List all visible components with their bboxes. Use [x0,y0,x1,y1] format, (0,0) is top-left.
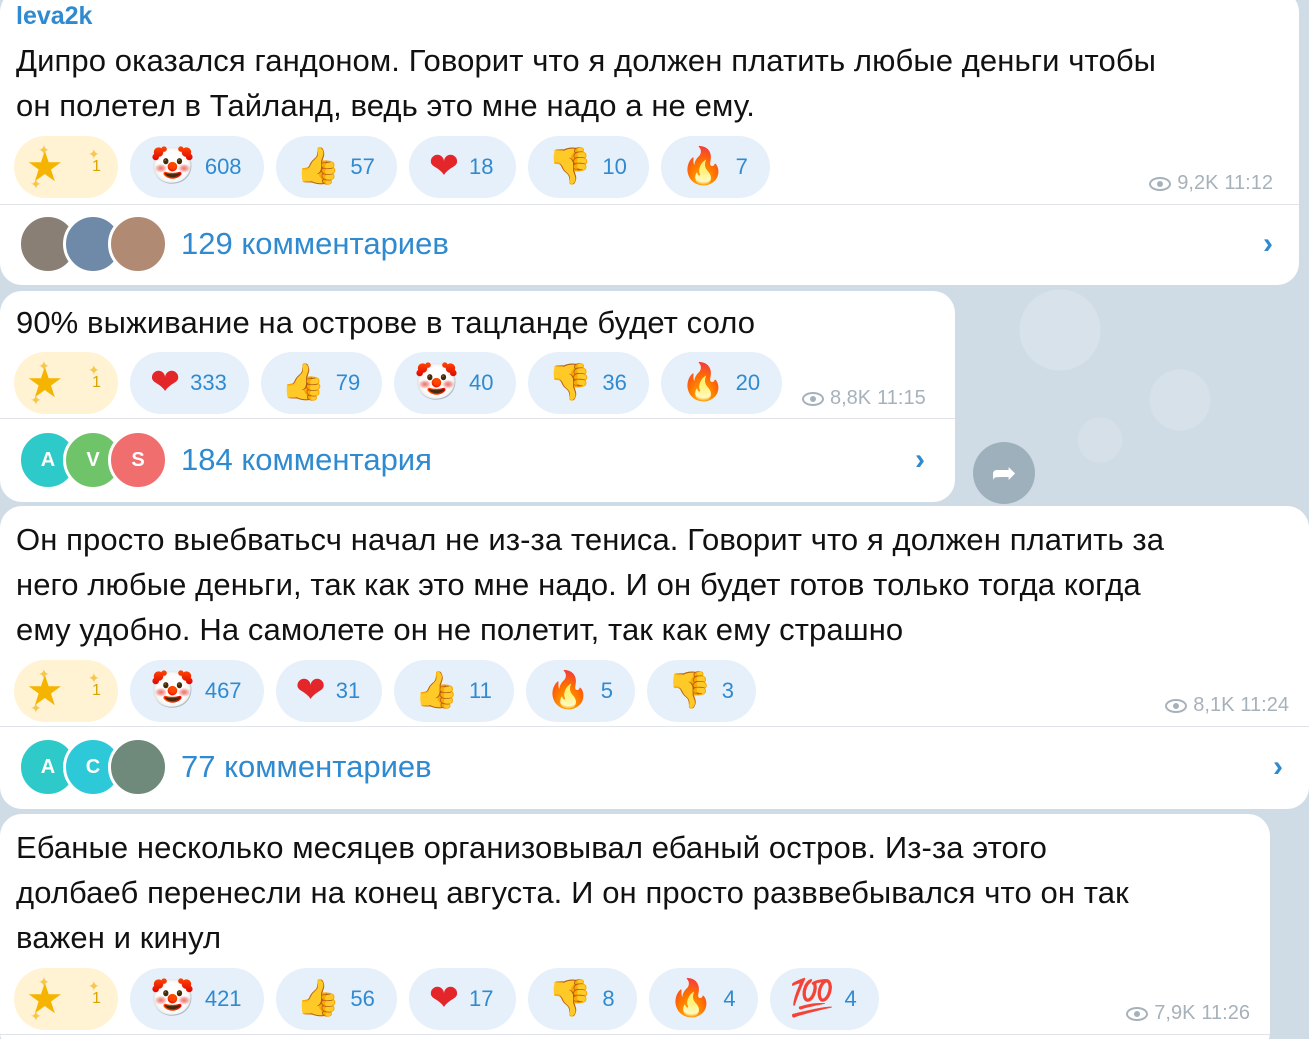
reaction-chip[interactable]: 👎 36 [527,352,649,414]
message-bubble[interactable]: 90% выживание на острове в тацланде буде… [0,291,955,502]
reaction-chip[interactable]: 🔥 5 [525,660,635,722]
message-time: 11:26 [1201,1002,1250,1024]
heart-icon: ❤ [428,978,460,1019]
fire-icon: 🔥 [680,362,726,403]
share-button[interactable]: ➦ [973,442,1035,504]
view-count: 8,1K [1193,694,1235,716]
eye-icon [1149,176,1172,191]
comments-link[interactable]: A V S 184 комментария › [0,420,955,500]
clown-icon: 🤡 [150,978,195,1019]
reaction-chip[interactable]: 👍 56 [275,968,397,1030]
reaction-chip[interactable]: 🤡 467 [130,660,264,722]
fire-icon: 🔥 [545,670,591,711]
message-time: 11:15 [877,387,926,409]
message-bubble[interactable]: Ебаные несколько месяцев организовывал е… [0,814,1270,1039]
fire-icon: 🔥 [680,146,726,187]
divider [0,1034,1270,1035]
comments-count: 77 комментариев [181,749,432,784]
reactions-row: ✦ ✦ ✦ ★ 1 ❤ 333 👍 79 🤡 40 👎 36 🔥 20 [14,352,783,414]
comments-count: 129 комментариев [181,226,449,261]
reaction-chip[interactable]: 👍 79 [260,352,383,414]
thumbs-up-icon: 👍 [414,670,460,711]
heart-icon: ❤ [295,670,326,711]
reaction-chip[interactable]: ❤ 18 [408,136,516,198]
reaction-chip[interactable]: ❤ 333 [130,352,249,414]
view-count: 7,9K [1154,1002,1196,1024]
view-count: 9,2K [1177,172,1219,194]
reactions-row: ✦ ✦ ✦ ★ 1 🤡 467 ❤ 31 👍 11 🔥 5 👎 3 [14,660,757,722]
thumbs-up-icon: 👍 [280,362,326,403]
divider [0,418,955,419]
paid-star-reaction[interactable]: ✦ ✦ ✦ ★ 1 [14,968,118,1030]
reaction-chip[interactable]: ❤ 31 [275,660,383,722]
heart-icon: ❤ [150,362,181,403]
reaction-chip[interactable]: 🤡 40 [394,352,516,414]
paid-star-reaction[interactable]: ✦ ✦ ✦ ★ 1 [14,136,118,198]
message-bubble[interactable]: Он просто выебватьсч начал не из-за тени… [0,506,1309,809]
hundred-points-icon: 💯 [789,978,835,1019]
thumbs-down-icon: 👎 [666,670,712,711]
reaction-chip[interactable]: 💯 4 [769,968,879,1030]
message-meta: 7,9K 11:26 [1126,1002,1250,1025]
thumbs-up-icon: 👍 [295,146,341,187]
message-meta: 9,2K 11:12 [1149,172,1273,195]
message-text: 90% выживание на острове в тацланде буде… [16,305,756,340]
clown-icon: 🤡 [150,146,195,187]
reaction-chip[interactable]: 🤡 608 [130,136,264,198]
chevron-right-icon: › [1273,750,1283,783]
message-meta: 8,1K 11:24 [1165,694,1289,717]
thumbs-down-icon: 👎 [547,146,593,187]
commenter-avatars: A V S [18,430,168,490]
comments-link[interactable]: A C 77 комментариев › [0,727,1309,807]
reaction-chip[interactable]: 👍 57 [275,136,397,198]
reaction-chip[interactable]: 👎 10 [527,136,649,198]
heart-icon: ❤ [428,146,460,187]
reaction-chip[interactable]: 👎 8 [527,968,637,1030]
reaction-chip[interactable]: ❤ 17 [408,968,516,1030]
commenter-avatars: A C [18,737,168,797]
reaction-chip[interactable]: 🔥 20 [660,352,783,414]
reaction-chip[interactable]: 👎 3 [646,660,757,722]
message-time: 11:24 [1240,694,1289,716]
paid-star-reaction[interactable]: ✦ ✦ ✦ ★ 1 [14,352,118,414]
message-meta: 8,8K 11:15 [802,387,926,410]
reactions-row: ✦ ✦ ✦ ★ 1 🤡 421 👍 56 ❤ 17 👎 8 🔥 4 💯 4 [14,968,879,1030]
clown-icon: 🤡 [414,362,460,403]
thumbs-up-icon: 👍 [295,978,341,1019]
eye-icon [1165,698,1188,713]
avatar: S [108,430,168,490]
reactions-row: ✦ ✦ ✦ ★ 1 🤡 608 👍 57 ❤ 18 👎 10 🔥 7 [14,136,770,198]
thumbs-down-icon: 👎 [547,362,593,403]
message-text: Дипро оказался гандоном. Говорит что я д… [16,43,1157,123]
comments-count: 184 комментария [181,442,432,477]
chevron-right-icon: › [1263,227,1273,260]
message-bubble[interactable]: leva2k Дипро оказался гандоном. Говорит … [0,0,1299,285]
clown-icon: 🤡 [150,670,195,711]
reaction-chip[interactable]: 🤡 421 [130,968,264,1030]
comments-link[interactable]: 129 комментариев › [0,204,1299,284]
fire-icon: 🔥 [668,978,714,1019]
paid-star-reaction[interactable]: ✦ ✦ ✦ ★ 1 [14,660,118,722]
thumbs-down-icon: 👎 [547,978,593,1019]
share-arrow-icon: ➦ [991,456,1017,490]
eye-icon [802,391,824,406]
message-time: 11:12 [1224,172,1273,194]
avatar [108,214,168,274]
reaction-chip[interactable]: 🔥 7 [660,136,770,198]
message-text: Ебаные несколько месяцев организовывал е… [16,830,1129,955]
eye-icon [1126,1006,1149,1021]
chevron-right-icon: › [915,443,925,476]
commenter-avatars [18,214,168,274]
avatar [108,737,168,797]
reaction-chip[interactable]: 👍 11 [394,660,514,722]
sender-name[interactable]: leva2k [16,2,92,31]
view-count: 8,8K [830,387,872,409]
reaction-chip[interactable]: 🔥 4 [648,968,758,1030]
message-text: Он просто выебватьсч начал не из-за тени… [16,522,1165,647]
